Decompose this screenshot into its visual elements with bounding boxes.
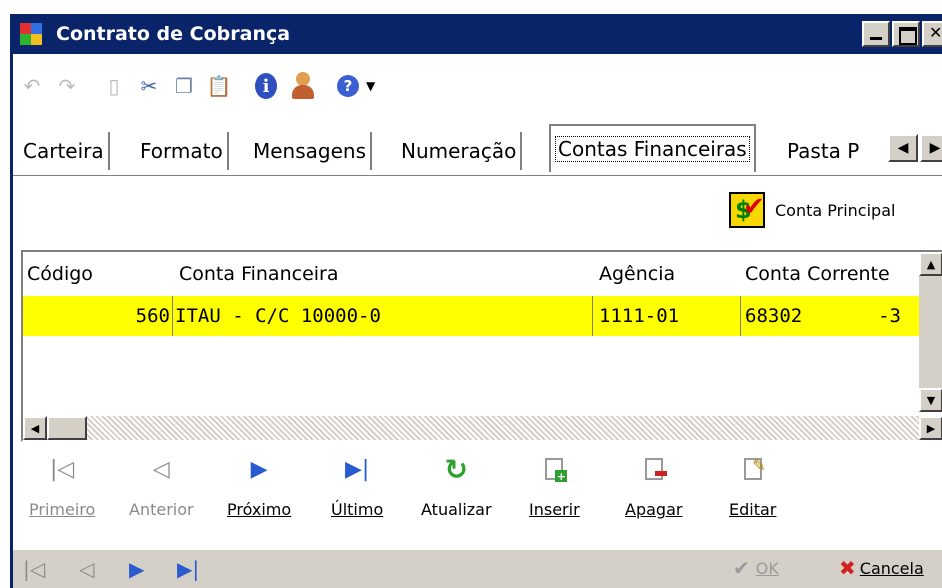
cancel-x-icon: ✖: [839, 556, 856, 580]
footer-bar: |◁ ◁ ▶ ▶| ✔ OK ✖ Cancela: [13, 548, 942, 588]
checkmark-icon: ✔: [733, 556, 750, 580]
title-bar[interactable]: Contrato de Cobrança: [13, 14, 942, 54]
close-button[interactable]: [922, 21, 942, 47]
inserir-button[interactable]: + Inserir: [529, 448, 580, 519]
tab-pasta[interactable]: Pasta P: [783, 132, 893, 170]
accounts-grid[interactable]: Código Conta Financeira Agência Conta Co…: [21, 250, 942, 442]
scroll-left-button[interactable]: ◀: [23, 416, 47, 440]
last-record-icon[interactable]: ▶|: [177, 557, 201, 581]
tab-scroll-left-button[interactable]: ◀: [888, 134, 918, 162]
ultimo-button[interactable]: ▶| Último: [331, 448, 383, 520]
scroll-down-button[interactable]: ▼: [919, 388, 942, 412]
navigation-bar: |◁ Primeiro ◁ Anterior ▶ Próximo ▶| Últi…: [13, 448, 942, 540]
refresh-icon: ↻: [444, 452, 469, 486]
scroll-up-button[interactable]: ▲: [919, 252, 942, 276]
tab-carteira[interactable]: Carteira: [19, 132, 110, 170]
atualizar-button[interactable]: ↻ Atualizar: [421, 448, 492, 520]
user-icon[interactable]: [290, 72, 314, 99]
first-record-icon[interactable]: |◁: [23, 557, 47, 581]
toolbar: ↶ ↷ ▯ ✂ ❐ 📋 i ? ▼: [13, 54, 942, 118]
cell-conta: ITAU - C/C 10000-0: [173, 296, 593, 336]
delete-document-icon: [644, 458, 667, 480]
maximize-button[interactable]: [892, 21, 920, 47]
anterior-button[interactable]: ◁ Anterior: [129, 448, 194, 520]
apagar-button[interactable]: Apagar: [625, 448, 682, 519]
edit-document-icon: ✎: [743, 456, 766, 480]
cell-codigo: 560: [23, 296, 173, 336]
last-record-icon: ▶|: [344, 456, 370, 482]
previous-record-icon: ◁: [152, 456, 170, 482]
cell-conta-corrente: 68302: [745, 305, 803, 327]
next-record-icon[interactable]: ▶: [129, 557, 153, 581]
ok-button[interactable]: ✔ OK: [733, 556, 779, 580]
redo-icon[interactable]: ↷: [56, 74, 78, 98]
window-title: Contrato de Cobrança: [56, 23, 291, 45]
horizontal-scrollbar[interactable]: ◀ ▶: [23, 416, 942, 440]
tab-scroll-right-button[interactable]: ▶: [920, 134, 942, 162]
undo-icon[interactable]: ↶: [21, 74, 43, 98]
column-agencia[interactable]: Agência: [599, 252, 675, 296]
app-icon: [20, 23, 42, 45]
copy-icon[interactable]: ❐: [173, 74, 195, 98]
column-conta-corrente[interactable]: Conta Corrente: [745, 252, 923, 296]
insert-document-icon: +: [545, 458, 568, 483]
cell-digito: -3: [878, 305, 901, 327]
help-icon[interactable]: ?: [337, 75, 359, 97]
scroll-thumb[interactable]: [47, 416, 87, 440]
next-record-icon: ▶: [250, 456, 268, 482]
money-check-icon: $ ✔: [729, 192, 765, 228]
column-codigo[interactable]: Código: [27, 252, 93, 296]
grid-header: Código Conta Financeira Agência Conta Co…: [23, 252, 923, 296]
cell-agencia: 1111-01: [593, 296, 741, 336]
conta-principal-label: Conta Principal: [775, 200, 896, 220]
proximo-button[interactable]: ▶ Próximo: [227, 448, 291, 520]
tab-numeracao[interactable]: Numeração: [397, 132, 523, 170]
tab-formato[interactable]: Formato: [136, 132, 229, 170]
vertical-scrollbar[interactable]: ▲ ▼: [919, 252, 942, 412]
main-window: Contrato de Cobrança ↶ ↷ ▯ ✂ ❐ 📋 i ? ▼ C…: [10, 14, 942, 588]
paste-icon[interactable]: 📋: [207, 74, 232, 98]
column-conta-financeira[interactable]: Conta Financeira: [179, 252, 339, 296]
first-record-icon: |◁: [49, 456, 75, 482]
cancel-button[interactable]: ✖ Cancela: [839, 556, 924, 580]
chevron-down-icon[interactable]: ▼: [366, 79, 375, 93]
primeiro-button[interactable]: |◁ Primeiro: [29, 448, 95, 520]
tab-strip: Carteira Formato Mensagens Numeração Con…: [13, 120, 942, 176]
conta-principal-button[interactable]: $ ✔ Conta Principal: [729, 192, 895, 228]
previous-record-icon[interactable]: ◁: [79, 557, 103, 581]
editar-button[interactable]: ✎ Editar: [729, 448, 776, 519]
tab-mensagens[interactable]: Mensagens: [249, 132, 373, 170]
info-icon[interactable]: i: [255, 73, 277, 99]
table-row[interactable]: 560 ITAU - C/C 10000-0 1111-01 68302 -3: [23, 296, 923, 336]
tab-contas-financeiras[interactable]: Contas Financeiras: [549, 124, 756, 172]
scroll-right-button[interactable]: ▶: [919, 416, 942, 440]
minimize-button[interactable]: [862, 21, 890, 47]
new-document-icon[interactable]: ▯: [103, 74, 125, 98]
cut-icon[interactable]: ✂: [138, 74, 160, 98]
